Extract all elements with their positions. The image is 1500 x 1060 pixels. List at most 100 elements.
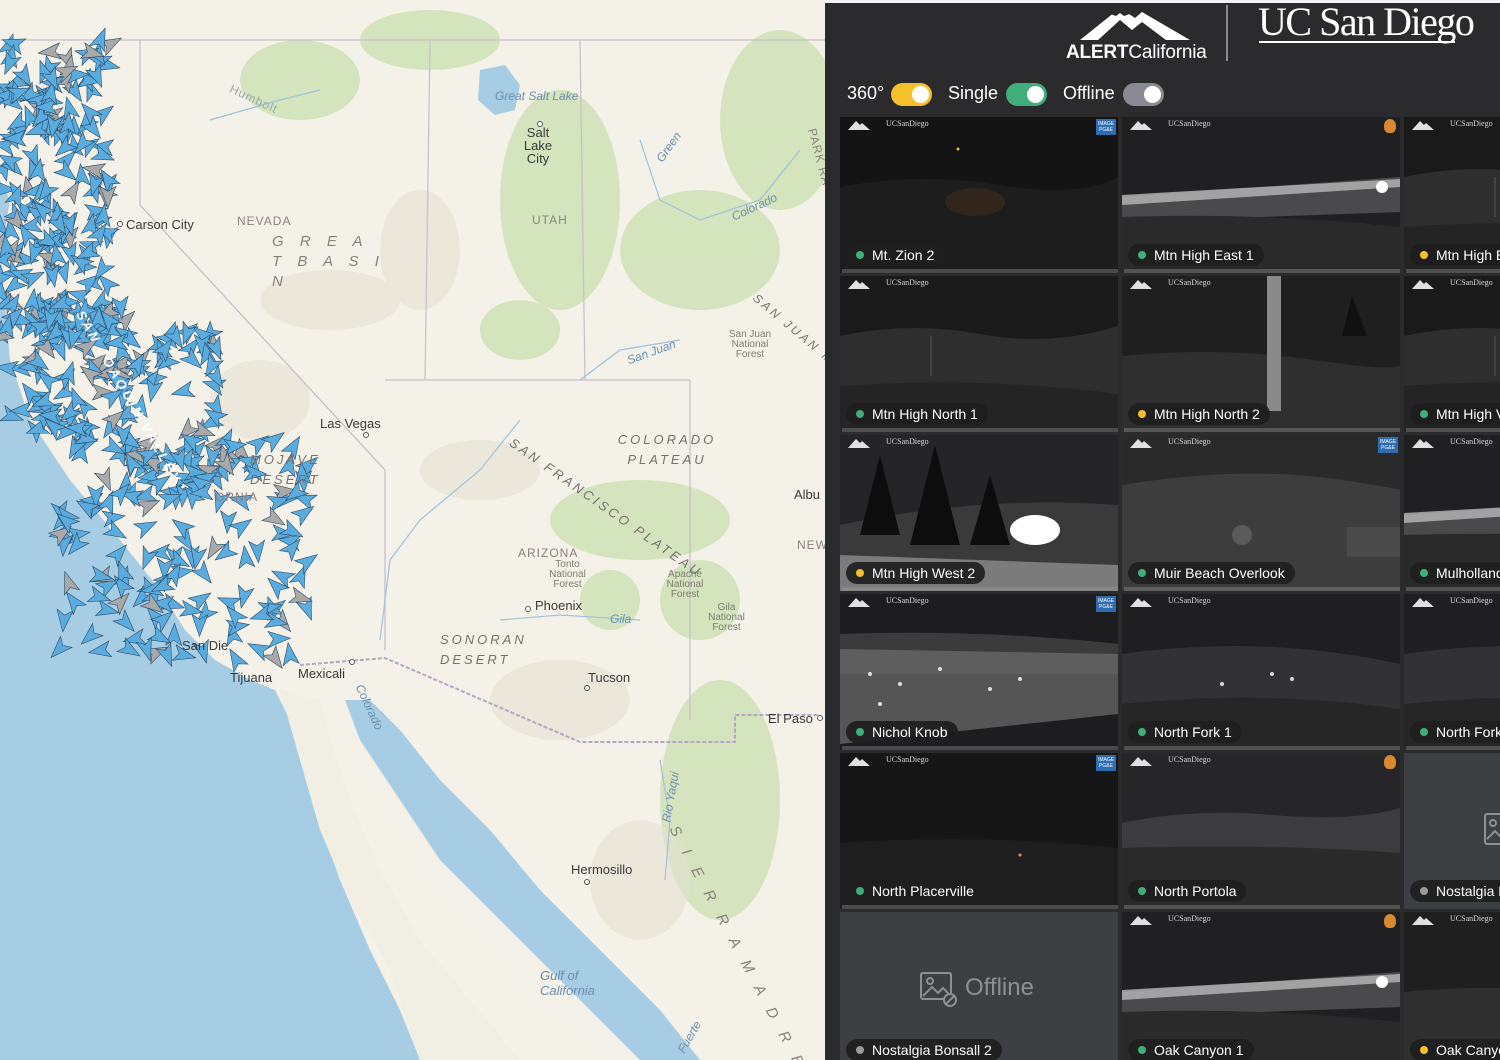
camera-tile[interactable]: UCSanDiego Oak Canyo <box>1404 912 1500 1060</box>
camera-name: North Fork 1 <box>1154 724 1232 740</box>
camera-name-pill[interactable]: Nichol Knob <box>846 721 958 743</box>
map-label-tijuana: Tijuana <box>230 670 273 685</box>
camera-status-dot <box>1138 251 1146 259</box>
map-label-albuquerque: Albu <box>794 487 821 502</box>
ucsd-logo[interactable]: UC San Diego <box>1258 0 1475 44</box>
alert-mountain-icon <box>848 121 870 130</box>
camera-tile[interactable]: UCSanDiego Mtn High E <box>1404 117 1500 273</box>
camera-tile[interactable]: UCSanDiego Mtn High V <box>1404 276 1500 432</box>
ucsd-watermark: UCSanDiego <box>1168 437 1211 446</box>
camera-tile[interactable]: Offline Nostalgia Bonsall 2 <box>840 912 1118 1060</box>
ucsd-watermark: UCSanDiego <box>1450 119 1493 128</box>
camera-name-pill[interactable]: Nostalgia Bonsall 2 <box>846 1039 1002 1060</box>
camera-tile[interactable]: UCSanDiego IMAGE PG&E Nichol Knob <box>840 594 1118 750</box>
pge-image-badge: IMAGE PG&E <box>1096 755 1116 771</box>
camera-name-pill[interactable]: Mtn High East 1 <box>1128 244 1264 266</box>
ucsd-watermark: UCSanDiego <box>1168 755 1211 764</box>
camera-name-pill[interactable]: Mtn High North 1 <box>846 403 988 425</box>
alert-mountain-icon <box>1130 439 1152 448</box>
camera-name-pill[interactable]: Mtn High West 2 <box>846 562 986 584</box>
alert-mountain-icon <box>1412 280 1434 289</box>
calfire-badge-icon <box>1384 119 1396 133</box>
camera-name-pill[interactable]: Mtn High North 2 <box>1128 403 1270 425</box>
camera-name: Oak Canyon 1 <box>1154 1042 1244 1058</box>
camera-name-pill[interactable]: North Portola <box>1128 880 1247 902</box>
camera-marker-offline[interactable] <box>37 42 62 61</box>
camera-name: Oak Canyo <box>1436 1042 1500 1058</box>
map-label-mojave-desert: MOJAVE DESERT <box>250 452 321 487</box>
camera-tile[interactable]: UCSanDiego Oak Canyon 1 <box>1122 912 1400 1060</box>
camera-status-dot <box>856 1046 864 1054</box>
camera-name-pill[interactable]: North Fork <box>1410 721 1500 743</box>
toggle-knob <box>912 86 929 103</box>
camera-name-pill[interactable]: Nostalgia E <box>1410 880 1500 902</box>
camera-tile[interactable]: Nostalgia E <box>1404 753 1500 909</box>
camera-name: Mtn High E <box>1436 247 1500 263</box>
camera-marker[interactable] <box>280 641 300 667</box>
offline-image-icon <box>920 972 957 1007</box>
ucsd-watermark: UCSanDiego <box>886 278 929 287</box>
camera-tile[interactable]: UCSanDiego Mtn High North 2 <box>1122 276 1400 432</box>
alert-mountain-icon <box>1130 757 1152 766</box>
camera-feed-image <box>1404 912 1500 1060</box>
camera-status-dot <box>1420 887 1428 895</box>
camera-metadata-strip <box>842 428 1118 432</box>
map-label-las-vegas: Las Vegas <box>320 416 381 431</box>
map-canvas[interactable] <box>0 0 825 1060</box>
camera-metadata-strip <box>1406 269 1500 273</box>
camera-marker[interactable] <box>233 584 255 610</box>
camera-marker[interactable] <box>170 380 196 402</box>
camera-marker[interactable] <box>132 514 161 540</box>
camera-tile[interactable]: UCSanDiego Mtn High West 2 <box>840 435 1118 591</box>
camera-tile[interactable]: UCSanDiego IMAGE PG&E North Placerville <box>840 753 1118 909</box>
map-panel[interactable]: Humbolt Great Salt Lake Salt Lake City G… <box>0 0 825 1060</box>
ucsd-watermark: UCSanDiego <box>886 596 929 605</box>
camera-metadata-strip <box>1406 428 1500 432</box>
camera-tile[interactable]: UCSanDiego Mtn High East 1 <box>1122 117 1400 273</box>
camera-marker[interactable] <box>168 513 196 541</box>
offline-label: Offline <box>965 974 1034 1001</box>
camera-name-pill[interactable]: Mulholland <box>1410 562 1500 584</box>
camera-status-dot <box>1420 1046 1428 1054</box>
camera-status-dot <box>1420 251 1428 259</box>
filter-single-toggle[interactable] <box>1006 83 1047 106</box>
camera-tile[interactable]: UCSanDiego North Fork 1 <box>1122 594 1400 750</box>
camera-name: Mtn High West 2 <box>872 565 976 581</box>
alert-mountain-icon <box>1130 916 1152 925</box>
alert-mountain-icon <box>848 598 870 607</box>
camera-name-pill[interactable]: Mtn High E <box>1410 244 1500 266</box>
ucsd-watermark: UCSanDiego <box>1450 914 1493 923</box>
map-label-hermosillo: Hermosillo <box>571 862 633 877</box>
camera-marker[interactable] <box>293 548 322 575</box>
camera-metadata-strip <box>1124 905 1400 909</box>
camera-name-pill[interactable]: Mt. Zion 2 <box>846 244 945 266</box>
map-label-tucson: Tucson <box>588 670 631 685</box>
camera-marker[interactable] <box>219 510 238 535</box>
camera-tile[interactable]: UCSanDiego IMAGE PG&E Muir Beach Overlook <box>1122 435 1400 591</box>
camera-name-pill[interactable]: Mtn High V <box>1410 403 1500 425</box>
camera-name-pill[interactable]: North Placerville <box>846 880 984 902</box>
calfire-badge-icon <box>1384 914 1396 928</box>
camera-name-pill[interactable]: North Fork 1 <box>1128 721 1242 743</box>
camera-status-dot <box>1138 728 1146 736</box>
camera-name-pill[interactable]: Oak Canyon 1 <box>1128 1039 1254 1060</box>
camera-status-dot <box>856 251 864 259</box>
camera-name-pill[interactable]: Oak Canyo <box>1410 1039 1500 1060</box>
camera-tile[interactable]: UCSanDiego Mtn High North 1 <box>840 276 1118 432</box>
alert-california-logo[interactable]: ALERTCalifornia <box>1066 42 1207 64</box>
map-label-sonoran-desert: SONORAN DESERT <box>440 632 527 667</box>
ucsd-watermark: UCSanDiego <box>886 755 929 764</box>
camera-marker[interactable] <box>267 630 292 648</box>
filter-360-toggle[interactable] <box>891 83 932 106</box>
camera-metadata-strip <box>1124 428 1400 432</box>
toggle-knob <box>1027 86 1044 103</box>
camera-tile[interactable]: UCSanDiego IMAGE PG&E Mt. Zion 2 <box>840 117 1118 273</box>
camera-status-dot <box>1138 569 1146 577</box>
camera-name-pill[interactable]: Muir Beach Overlook <box>1128 562 1295 584</box>
camera-name: Mt. Zion 2 <box>872 247 935 263</box>
camera-tile[interactable]: UCSanDiego North Portola <box>1122 753 1400 909</box>
camera-status-dot <box>1420 728 1428 736</box>
camera-tile[interactable]: UCSanDiego North Fork <box>1404 594 1500 750</box>
filter-offline-toggle[interactable] <box>1123 83 1164 106</box>
camera-tile[interactable]: UCSanDiego Mulholland <box>1404 435 1500 591</box>
